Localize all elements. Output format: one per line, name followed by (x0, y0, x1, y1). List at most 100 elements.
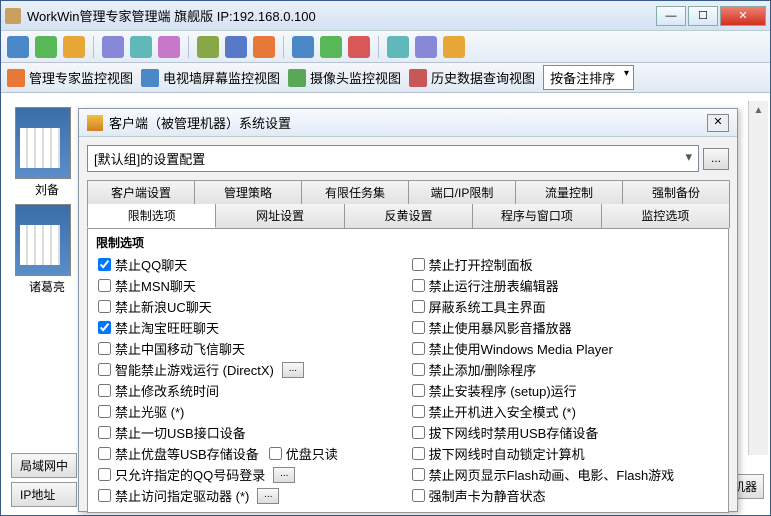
client-thumbnails: 刘备 诸葛亮 (5, 101, 81, 511)
option-more-button[interactable]: ... (273, 467, 295, 483)
dialog-titlebar: 客户端（被管理机器）系统设置 ✕ (79, 109, 737, 137)
toolbar-icon-14[interactable] (415, 36, 437, 58)
toolbar-sep (378, 36, 379, 58)
tab-lan[interactable]: 局域网中 (11, 453, 77, 478)
tab-端口/IP限制[interactable]: 端口/IP限制 (408, 180, 516, 204)
option-checkbox[interactable] (412, 426, 425, 439)
option-label: 禁止一切USB接口设备 (115, 423, 246, 442)
config-more-button[interactable]: ... (703, 148, 729, 170)
toolbar-icon-7[interactable] (197, 36, 219, 58)
minimize-button[interactable]: — (656, 6, 686, 26)
tab-反黄设置[interactable]: 反黄设置 (344, 204, 473, 228)
tab-网址设置[interactable]: 网址设置 (215, 204, 344, 228)
option-checkbox[interactable] (98, 384, 111, 397)
option-checkbox[interactable] (98, 279, 111, 292)
view-tvwall[interactable]: 电视墙屏幕监控视图 (141, 68, 280, 87)
option-checkbox[interactable] (412, 321, 425, 334)
toolbar-icon-15[interactable] (443, 36, 465, 58)
option-checkbox[interactable] (412, 300, 425, 313)
option-label: 优盘只读 (286, 444, 338, 463)
option-checkbox[interactable] (412, 405, 425, 418)
option-checkbox[interactable] (98, 258, 111, 271)
main-titlebar: WorkWin管理专家管理端 旗舰版 IP:192.168.0.100 — ☐ … (1, 1, 770, 31)
option-label: 禁止QQ聊天 (115, 255, 187, 274)
restriction-option: 禁止使用暴风影音播放器 (412, 317, 712, 338)
tab-有限任务集[interactable]: 有限任务集 (301, 180, 409, 204)
client-thumb[interactable] (15, 107, 71, 179)
client-thumb[interactable] (15, 204, 71, 276)
option-checkbox[interactable] (412, 363, 425, 376)
client-settings-dialog: 客户端（被管理机器）系统设置 ✕ [默认组]的设置配置 ... 客户端设置管理策… (78, 108, 738, 512)
option-label: 屏蔽系统工具主界面 (429, 297, 546, 316)
monitor-icon (7, 69, 25, 87)
tab-管理策略[interactable]: 管理策略 (194, 180, 302, 204)
camera-icon (288, 69, 306, 87)
option-checkbox[interactable] (412, 489, 425, 502)
toolbar-icon-4[interactable] (102, 36, 124, 58)
option-more-button[interactable]: ... (282, 362, 304, 378)
toolbar-icon-9[interactable] (253, 36, 275, 58)
option-checkbox[interactable] (412, 384, 425, 397)
option-checkbox[interactable] (98, 489, 111, 502)
window-title: WorkWin管理专家管理端 旗舰版 IP:192.168.0.100 (27, 6, 656, 25)
client-name: 诸葛亮 (5, 278, 81, 295)
config-group-select[interactable]: [默认组]的设置配置 (87, 145, 699, 172)
sort-dropdown[interactable]: 按备注排序 (543, 65, 634, 90)
view-label: 管理专家监控视图 (29, 68, 133, 87)
close-button[interactable]: ✕ (720, 6, 766, 26)
option-checkbox[interactable] (98, 447, 111, 460)
maximize-button[interactable]: ☐ (688, 6, 718, 26)
toolbar-icon-13[interactable] (387, 36, 409, 58)
option-checkbox[interactable] (98, 300, 111, 313)
window-buttons: — ☐ ✕ (656, 6, 766, 26)
tab-强制备份[interactable]: 强制备份 (622, 180, 730, 204)
dialog-close-button[interactable]: ✕ (707, 114, 729, 132)
option-label: 只允许指定的QQ号码登录 (115, 465, 265, 484)
option-checkbox[interactable] (412, 279, 425, 292)
option-checkbox[interactable] (98, 405, 111, 418)
settings-icon (87, 115, 103, 131)
tab-程序与窗口项[interactable]: 程序与窗口项 (472, 204, 601, 228)
option-label: 强制声卡为静音状态 (429, 486, 546, 505)
restriction-option: 禁止安装程序 (setup)运行 (412, 380, 712, 401)
toolbar-icon-6[interactable] (158, 36, 180, 58)
option-checkbox[interactable] (269, 447, 282, 460)
option-checkbox[interactable] (98, 363, 111, 376)
tab-限制选项[interactable]: 限制选项 (87, 204, 216, 228)
toolbar-icon-10[interactable] (292, 36, 314, 58)
view-history[interactable]: 历史数据查询视图 (409, 68, 535, 87)
toolbar-icon-12[interactable] (348, 36, 370, 58)
tab-流量控制[interactable]: 流量控制 (515, 180, 623, 204)
option-label: 禁止安装程序 (setup)运行 (429, 381, 577, 400)
toolbar-icon-3[interactable] (63, 36, 85, 58)
toolbar-icon-11[interactable] (320, 36, 342, 58)
option-checkbox[interactable] (98, 321, 111, 334)
toolbar-icon-1[interactable] (7, 36, 29, 58)
option-checkbox[interactable] (412, 468, 425, 481)
option-checkbox[interactable] (412, 447, 425, 460)
restriction-option: 禁止优盘等USB存储设备优盘只读 (98, 443, 398, 464)
right-scrollbar[interactable]: ▲ (748, 101, 768, 455)
tab-监控选项[interactable]: 监控选项 (601, 204, 730, 228)
toolbar-icon-8[interactable] (225, 36, 247, 58)
option-checkbox[interactable] (98, 426, 111, 439)
restriction-option: 只允许指定的QQ号码登录... (98, 464, 398, 485)
option-label: 禁止网页显示Flash动画、电影、Flash游戏 (429, 465, 675, 484)
toolbar-icon-5[interactable] (130, 36, 152, 58)
tab-客户端设置[interactable]: 客户端设置 (87, 180, 195, 204)
dialog-title: 客户端（被管理机器）系统设置 (109, 113, 707, 132)
option-checkbox[interactable] (412, 258, 425, 271)
scroll-up-icon[interactable]: ▲ (754, 105, 764, 116)
option-more-button[interactable]: ... (257, 488, 279, 504)
option-checkbox[interactable] (98, 342, 111, 355)
option-checkbox[interactable] (412, 342, 425, 355)
restriction-option: 禁止光驱 (*) (98, 401, 398, 422)
restriction-option: 禁止中国移动飞信聊天 (98, 338, 398, 359)
option-checkbox[interactable] (98, 468, 111, 481)
panel-title: 限制选项 (88, 231, 728, 254)
tab-ip[interactable]: IP地址 (11, 482, 77, 507)
toolbar-icon-2[interactable] (35, 36, 57, 58)
view-expert[interactable]: 管理专家监控视图 (7, 68, 133, 87)
client-name: 刘备 (5, 181, 81, 198)
view-camera[interactable]: 摄像头监控视图 (288, 68, 401, 87)
